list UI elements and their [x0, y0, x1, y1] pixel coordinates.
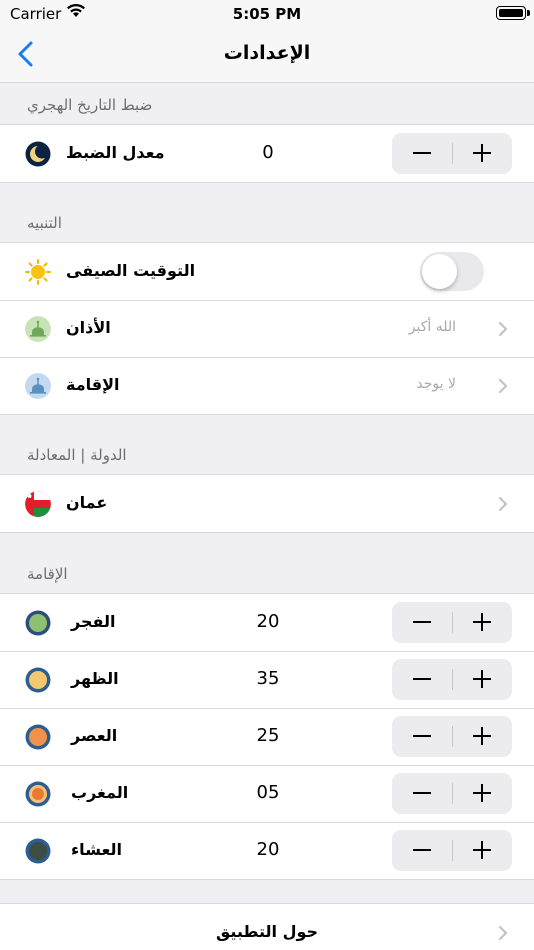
dhuhr-stepper[interactable]	[392, 659, 512, 700]
status-bar: Carrier 5:05 PM	[0, 0, 534, 28]
prayer-row-isha: العشاء 20	[0, 822, 534, 879]
summer-time-row: التوقيت الصيفى	[0, 243, 534, 300]
sun-icon	[25, 259, 51, 285]
prayer-minutes: 05	[256, 782, 280, 803]
iqama-times-group: الفجر 20 الظهر 35 العصر 25 المغرب 05 الع…	[0, 593, 534, 880]
mosque-icon	[25, 316, 51, 342]
oman-flag-icon	[25, 491, 51, 517]
hijri-adjust-value: 0	[262, 142, 274, 163]
prayer-minutes: 20	[256, 839, 280, 860]
decrement-button[interactable]	[392, 602, 452, 643]
increment-button[interactable]	[452, 659, 512, 700]
adhan-row[interactable]: الأذان الله أكبر	[0, 300, 534, 357]
isha-stepper[interactable]	[392, 830, 512, 871]
hijri-adjust-label: معدل الضبط	[66, 143, 165, 162]
prayer-row-fajr: الفجر 20	[0, 594, 534, 651]
prayer-label: الفجر	[71, 612, 116, 631]
increment-button[interactable]	[452, 133, 512, 174]
fajr-stepper[interactable]	[392, 602, 512, 643]
prayer-row-maghrib: المغرب 05	[0, 765, 534, 822]
section-header-alerts: التنبيه	[27, 214, 62, 232]
hijri-adjust-row: معدل الضبط 0	[0, 125, 534, 182]
decrement-button[interactable]	[392, 716, 452, 757]
chevron-right-icon	[498, 925, 508, 941]
toggle-knob	[422, 254, 457, 289]
increment-button[interactable]	[452, 773, 512, 814]
clock: 5:05 PM	[232, 5, 302, 23]
hijri-adjust-stepper[interactable]	[392, 133, 512, 174]
hijri-group: معدل الضبط 0	[0, 124, 534, 183]
maghrib-stepper[interactable]	[392, 773, 512, 814]
about-app-label: حول التطبيق	[215, 922, 319, 941]
iqama-sound-value: لا يوجد	[416, 376, 456, 392]
increment-button[interactable]	[452, 830, 512, 871]
prayer-label: العصر	[71, 726, 118, 745]
alerts-group: التوقيت الصيفى الأذان الله أكبر الإقامة …	[0, 242, 534, 415]
moon-icon	[25, 141, 51, 167]
maghrib-circle-icon	[25, 781, 51, 807]
about-app-row[interactable]: حول التطبيق	[0, 903, 534, 950]
page-title: الإعدادات	[223, 42, 311, 64]
prayer-minutes: 20	[256, 611, 280, 632]
summer-time-toggle[interactable]	[420, 252, 484, 291]
chevron-right-icon	[498, 321, 508, 337]
country-label: عمان	[66, 493, 108, 512]
decrement-button[interactable]	[392, 133, 452, 174]
chevron-right-icon	[498, 496, 508, 512]
increment-button[interactable]	[452, 602, 512, 643]
iqama-alert-label: الإقامة	[66, 375, 120, 394]
increment-button[interactable]	[452, 716, 512, 757]
navigation-bar: الإعدادات	[0, 28, 534, 83]
chevron-right-icon	[498, 378, 508, 394]
fajr-circle-icon	[25, 610, 51, 636]
prayer-label: المغرب	[71, 783, 129, 802]
adhan-label: الأذان	[66, 318, 111, 337]
prayer-minutes: 25	[256, 725, 280, 746]
section-header-country: الدولة | المعادلة	[27, 446, 127, 464]
decrement-button[interactable]	[392, 659, 452, 700]
prayer-label: العشاء	[71, 840, 122, 859]
isha-circle-icon	[25, 838, 51, 864]
prayer-label: الظهر	[71, 669, 119, 688]
asr-stepper[interactable]	[392, 716, 512, 757]
iqama-alert-row[interactable]: الإقامة لا يوجد	[0, 357, 534, 414]
country-group: عمان	[0, 474, 534, 533]
country-row[interactable]: عمان	[0, 475, 534, 532]
asr-circle-icon	[25, 724, 51, 750]
dhuhr-circle-icon	[25, 667, 51, 693]
decrement-button[interactable]	[392, 830, 452, 871]
adhan-sound-value: الله أكبر	[408, 319, 456, 335]
prayer-row-asr: العصر 25	[0, 708, 534, 765]
mosque-icon	[25, 373, 51, 399]
summer-time-label: التوقيت الصيفى	[66, 261, 196, 280]
prayer-minutes: 35	[256, 668, 280, 689]
decrement-button[interactable]	[392, 773, 452, 814]
section-header-hijri: ضبط التاريخ الهجري	[27, 96, 153, 114]
prayer-row-dhuhr: الظهر 35	[0, 651, 534, 708]
section-header-iqama: الإقامة	[27, 565, 68, 583]
battery-icon	[496, 6, 530, 20]
